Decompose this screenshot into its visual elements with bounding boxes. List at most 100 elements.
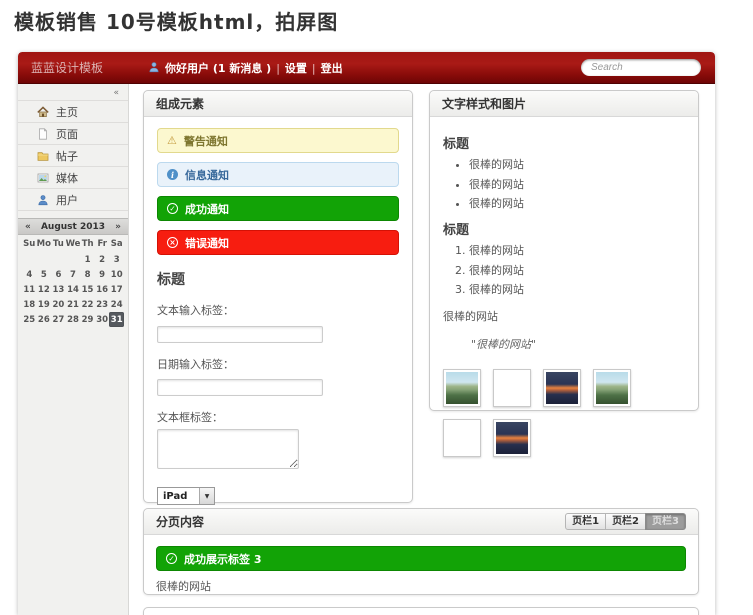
numbered-list: 很棒的网站很棒的网站很棒的网站	[469, 242, 685, 297]
calendar-day[interactable]: 18	[22, 297, 37, 312]
castle-image	[596, 372, 628, 404]
calendar-header: « August 2013 »	[18, 218, 128, 235]
calendar-day[interactable]: 21	[66, 297, 81, 312]
main-content: 组成元素 ⚠警告通知i信息通知✓成功通知×错误通知 标题 文本输入标签： 日期输…	[129, 84, 715, 615]
home-icon	[37, 106, 49, 118]
sidebar-item-label: 媒体	[56, 170, 78, 186]
separator: |	[276, 62, 280, 75]
list-item-link[interactable]: 很棒的网站	[469, 262, 685, 278]
calendar-title: August 2013	[31, 222, 115, 232]
sidebar-collapse-button[interactable]: «	[18, 84, 128, 100]
panel-title: 文字样式和图片	[442, 95, 526, 112]
calendar-day[interactable]: 13	[51, 282, 66, 297]
calendar-day[interactable]: 14	[66, 282, 81, 297]
calendar-day[interactable]: 22	[80, 297, 95, 312]
calendar-day[interactable]: 19	[37, 297, 52, 312]
alert-label: 成功展示标签 3	[184, 551, 261, 567]
calendar-day[interactable]: 2	[95, 252, 110, 267]
calendar-day[interactable]: 8	[80, 267, 95, 282]
list-item-link[interactable]: 很棒的网站	[469, 156, 685, 172]
info-icon: i	[167, 169, 178, 180]
thumbnail-sunset[interactable]	[543, 369, 581, 407]
tab-3[interactable]: 页栏3	[645, 513, 686, 530]
calendar-day-today[interactable]: 31	[109, 312, 124, 327]
calendar-day[interactable]: 6	[51, 267, 66, 282]
list-heading: 标题	[443, 133, 685, 152]
panel-title: 组成元素	[156, 95, 204, 112]
panel-tabbed-content: 分页内容 页栏1页栏2页栏3 ✓ 成功展示标签 3 很棒的网站	[143, 508, 699, 595]
calendar-day[interactable]: 16	[95, 282, 110, 297]
settings-link[interactable]: 设置	[285, 60, 307, 76]
list-item-link[interactable]: 很棒的网站	[469, 281, 685, 297]
info-alert: i信息通知	[157, 162, 399, 187]
logout-link[interactable]: 登出	[321, 60, 343, 76]
list-item-link[interactable]: 很棒的网站	[469, 195, 685, 211]
check-icon: ✓	[166, 553, 177, 564]
media-icon	[37, 172, 49, 184]
search-input[interactable]	[581, 59, 701, 76]
calendar-day[interactable]: 1	[80, 252, 95, 267]
sidebar-item-posts[interactable]: 帖子	[18, 144, 128, 166]
success-alert: ✓ 成功展示标签 3	[156, 546, 686, 571]
thumbnail-sunset[interactable]	[493, 419, 531, 457]
alerts-group: ⚠警告通知i信息通知✓成功通知×错误通知	[157, 128, 399, 255]
list-item-link[interactable]: 很棒的网站	[469, 242, 685, 258]
calendar-day[interactable]: 23	[95, 297, 110, 312]
thumbnail-people[interactable]	[443, 419, 481, 457]
calendar-day[interactable]: 3	[109, 252, 124, 267]
sidebar: « 主页页面帖子媒体用户 « August 2013 » SuMoTuWeThF…	[18, 84, 129, 615]
calendar-day[interactable]: 11	[22, 282, 37, 297]
alert-label: 成功通知	[185, 201, 229, 217]
thumbnail-castle[interactable]	[593, 369, 631, 407]
calendar-day[interactable]: 24	[109, 297, 124, 312]
check-icon: ✓	[167, 203, 178, 214]
calendar-day[interactable]: 30	[95, 312, 110, 327]
select-value: iPad	[158, 491, 199, 502]
chevron-down-icon: ▼	[199, 488, 214, 504]
calendar-day[interactable]: 26	[37, 312, 52, 327]
textarea-field[interactable]	[157, 429, 299, 469]
app-header: 蓝蓝设计模板 你好用户 (1 新消息 ) | 设置 | 登出	[18, 52, 715, 84]
calendar-day[interactable]: 27	[51, 312, 66, 327]
panel-components: 组成元素 ⚠警告通知i信息通知✓成功通知×错误通知 标题 文本输入标签： 日期输…	[143, 90, 413, 503]
bullet-list: 很棒的网站很棒的网站很棒的网站	[469, 156, 685, 211]
cross-icon: ×	[167, 237, 178, 248]
calendar-day[interactable]: 4	[22, 267, 37, 282]
calendar-weekday: Sa	[109, 235, 124, 252]
calendar-day[interactable]: 28	[66, 312, 81, 327]
brand-logo[interactable]: 蓝蓝设计模板	[31, 52, 103, 84]
calendar-day[interactable]: 17	[109, 282, 124, 297]
calendar-day[interactable]: 12	[37, 282, 52, 297]
calendar-day[interactable]: 25	[22, 312, 37, 327]
thumbnail-castle[interactable]	[443, 369, 481, 407]
date-input[interactable]	[157, 379, 323, 396]
paragraph-text: 很棒的网站	[443, 308, 685, 324]
calendar-weekday-row: SuMoTuWeThFrSa	[18, 235, 128, 252]
sidebar-item-page[interactable]: 页面	[18, 122, 128, 144]
calendar-day[interactable]: 9	[95, 267, 110, 282]
calendar-day[interactable]: 15	[80, 282, 95, 297]
text-input-label: 文本输入标签：	[157, 302, 399, 318]
text-input[interactable]	[157, 326, 323, 343]
calendar-next-button[interactable]: »	[115, 222, 121, 232]
sidebar-item-label: 页面	[56, 126, 78, 142]
calendar-day[interactable]: 20	[51, 297, 66, 312]
calendar-widget: « August 2013 » SuMoTuWeThFrSa 123456789…	[18, 218, 128, 327]
calendar-day[interactable]: 5	[37, 267, 52, 282]
tab-2[interactable]: 页栏2	[605, 513, 646, 530]
calendar-day[interactable]: 29	[80, 312, 95, 327]
list-item-link[interactable]: 很棒的网站	[469, 176, 685, 192]
tab-1[interactable]: 页栏1	[565, 513, 606, 530]
sidebar-item-media[interactable]: 媒体	[18, 166, 128, 188]
calendar-day[interactable]: 7	[66, 267, 81, 282]
device-select[interactable]: iPad ▼	[157, 487, 215, 505]
sunset-image	[496, 422, 528, 454]
sidebar-item-users[interactable]: 用户	[18, 188, 128, 210]
warning-alert: ⚠警告通知	[157, 128, 399, 153]
calendar-day	[22, 252, 37, 267]
user-greeting[interactable]: 你好用户 (1 新消息 )	[165, 60, 271, 76]
thumbnail-people[interactable]	[493, 369, 531, 407]
calendar-day[interactable]: 10	[109, 267, 124, 282]
panel-partial-next	[143, 607, 699, 615]
sidebar-item-home[interactable]: 主页	[18, 100, 128, 122]
